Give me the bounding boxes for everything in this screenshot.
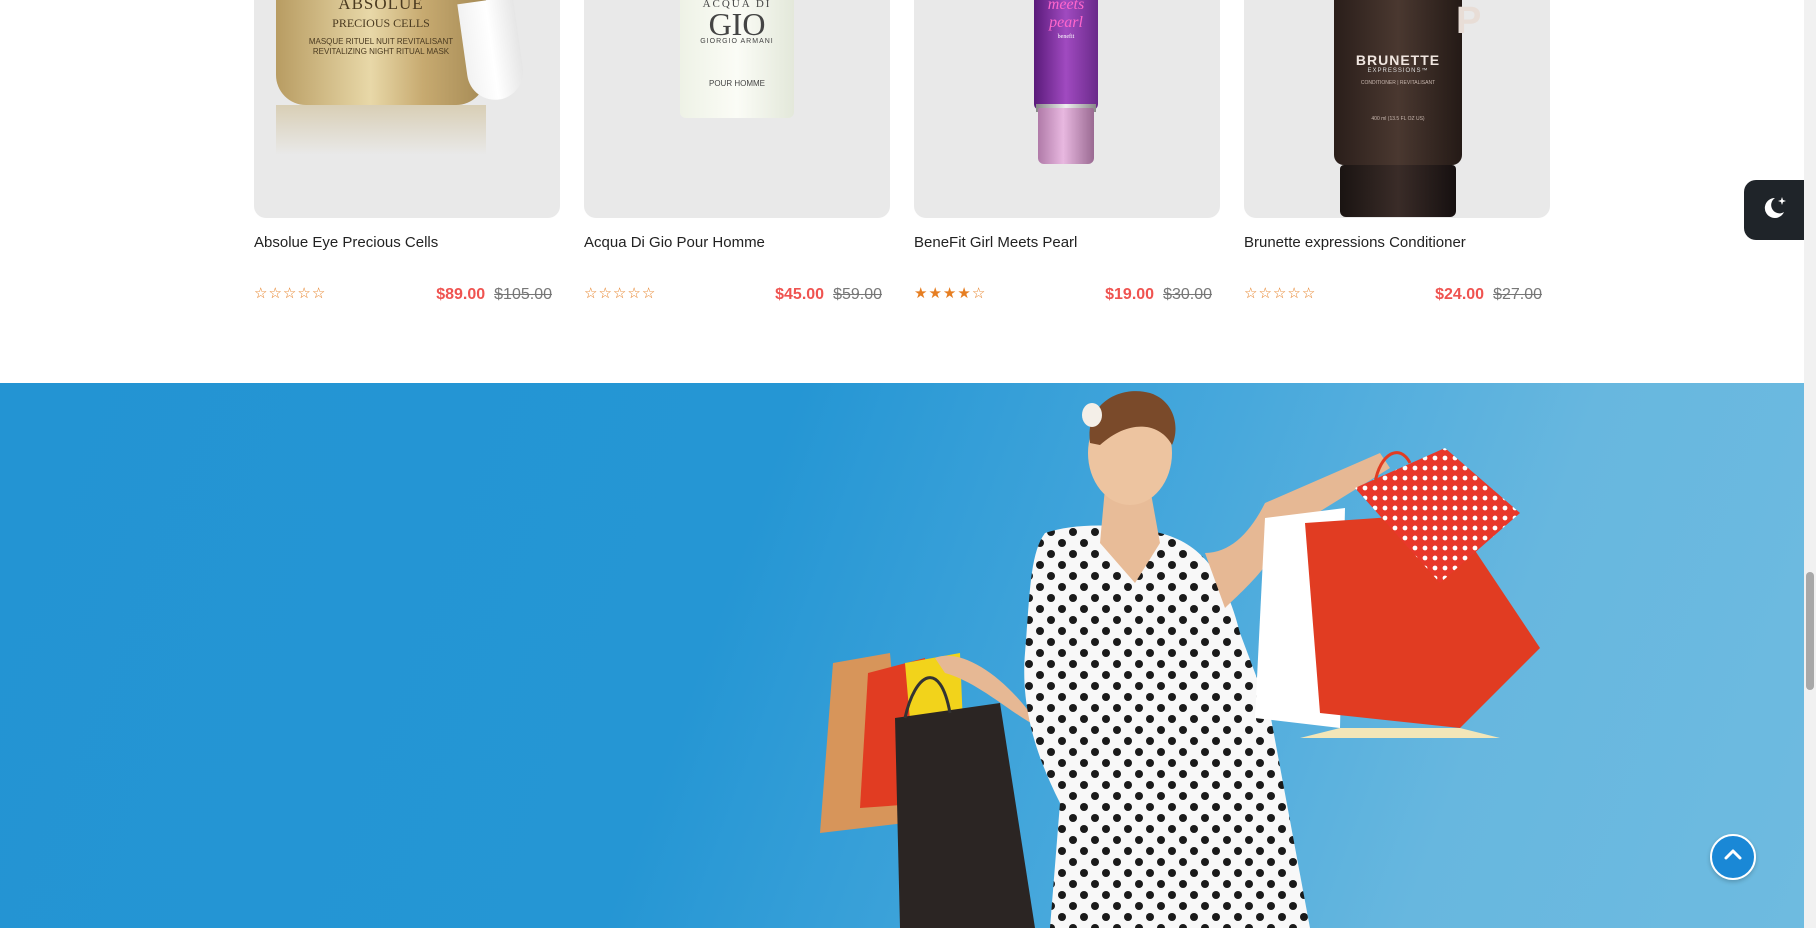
page-scrollbar[interactable] [1804,0,1816,928]
product-card[interactable]: meets pearl benefit BeneFit Girl Meets P… [914,0,1220,303]
black-bag [895,703,1035,928]
conditioner-bottle: BRUNETTE EXPRESSIONS™ CONDITIONER | REVI… [1334,0,1462,165]
tube-cap [1038,108,1094,164]
cond-big-letter: P [1456,0,1482,42]
original-price: $27.00 [1493,286,1542,303]
star-empty-icon: ☆ [1301,285,1316,302]
star-empty-icon: ☆ [598,285,612,302]
jar-brand: ABSOLUE [338,0,424,13]
price-group: $45.00 $59.00 [775,286,882,304]
star-empty-icon: ☆ [297,285,311,302]
star-empty-icon: ☆ [641,285,656,302]
bottle-line4: POUR HOMME [709,79,765,88]
original-price: $30.00 [1163,286,1212,303]
product-card[interactable]: ABSOLUE PRECIOUS CELLS MASQUE RITUEL NUI… [254,0,560,303]
product-image[interactable]: BRUNETTE EXPRESSIONS™ CONDITIONER | REVI… [1244,0,1550,218]
price-group: $19.00 $30.00 [1105,286,1212,304]
cond-text1: CONDITIONER | REVITALISANT [1360,80,1436,86]
product-name[interactable]: Acqua Di Gio Pour Homme [584,234,765,251]
price-group: $89.00 $105.00 [436,286,552,304]
tube-line2: benefit [1057,34,1075,40]
star-empty-icon: ☆ [1258,285,1272,302]
star-empty-icon: ☆ [971,285,986,302]
product-card[interactable]: BRUNETTE EXPRESSIONS™ CONDITIONER | REVI… [1244,0,1550,303]
scroll-to-top-button[interactable] [1710,834,1756,880]
product-image[interactable]: meets pearl benefit [914,0,1220,218]
original-price: $105.00 [494,286,552,303]
star-filled-icon: ★ [942,285,957,302]
product-card[interactable]: ACQUA DI GIO GIORGIO ARMANI POUR HOMME A… [584,0,890,303]
product-row: ABSOLUE PRECIOUS CELLS MASQUE RITUEL NUI… [254,0,1554,382]
star-empty-icon: ☆ [1244,285,1258,302]
chevron-up-icon [1722,844,1744,871]
star-empty-icon: ☆ [282,285,297,302]
sale-price: $19.00 [1105,286,1155,303]
cond-line: EXPRESSIONS™ [1367,68,1429,74]
star-empty-icon: ☆ [268,285,282,302]
star-filled-icon: ★ [928,285,942,302]
star-filled-icon: ★ [914,285,928,302]
rating-stars: ☆ ☆ ☆ ☆ ☆ [584,286,655,302]
product-name[interactable]: Absolue Eye Precious Cells [254,234,438,251]
sale-price: $45.00 [775,286,825,303]
product-image[interactable]: ABSOLUE PRECIOUS CELLS MASQUE RITUEL NUI… [254,0,560,218]
product-image[interactable]: ACQUA DI GIO GIORGIO ARMANI POUR HOMME [584,0,890,218]
product-name[interactable]: BeneFit Girl Meets Pearl [914,234,1077,251]
dark-mode-toggle[interactable] [1744,180,1804,240]
star-empty-icon: ☆ [612,285,627,302]
conditioner-cap [1340,165,1456,217]
tube-line1: meets pearl [1047,0,1085,31]
star-empty-icon: ☆ [1272,285,1287,302]
bottle-shape: ACQUA DI GIO GIORGIO ARMANI POUR HOMME [680,0,794,118]
star-empty-icon: ☆ [254,285,268,302]
jar-text1: MASQUE RITUEL NUIT REVITALISANT [308,37,454,46]
star-filled-icon: ★ [957,285,971,302]
moon-stars-icon [1759,193,1789,228]
rating-stars: ★ ★ ★ ★ ☆ [914,286,985,302]
jar-line: PRECIOUS CELLS [332,16,430,30]
product-name[interactable]: Brunette expressions Conditioner [1244,234,1466,251]
jar-reflection [276,105,486,155]
page: ABSOLUE PRECIOUS CELLS MASQUE RITUEL NUI… [0,0,1804,928]
shopping-woman-illustration [820,391,1540,928]
star-empty-icon: ☆ [627,285,641,302]
cond-brand: BRUNETTE [1355,52,1441,68]
star-empty-icon: ☆ [311,285,326,302]
star-empty-icon: ☆ [584,285,598,302]
scrollbar-thumb[interactable] [1806,572,1814,690]
bottle-line3: GIORGIO ARMANI [700,38,774,45]
rating-stars: ☆ ☆ ☆ ☆ ☆ [254,286,325,302]
sale-price: $24.00 [1435,286,1485,303]
star-empty-icon: ☆ [1287,285,1301,302]
original-price: $59.00 [833,286,882,303]
jar-label: ABSOLUE PRECIOUS CELLS MASQUE RITUEL NUI… [276,0,486,57]
cond-text2: 400 ml (13.5 FL OZ US) [1371,116,1425,122]
sale-price: $89.00 [436,286,486,303]
bottle-line2: GIO [708,6,766,42]
rating-stars: ☆ ☆ ☆ ☆ ☆ [1244,286,1315,302]
promo-banner [0,383,1804,928]
price-group: $24.00 $27.00 [1435,286,1542,304]
jar-text2: REVITALIZING NIGHT RITUAL MASK [312,47,450,56]
tube-shape: meets pearl benefit [1034,0,1098,110]
